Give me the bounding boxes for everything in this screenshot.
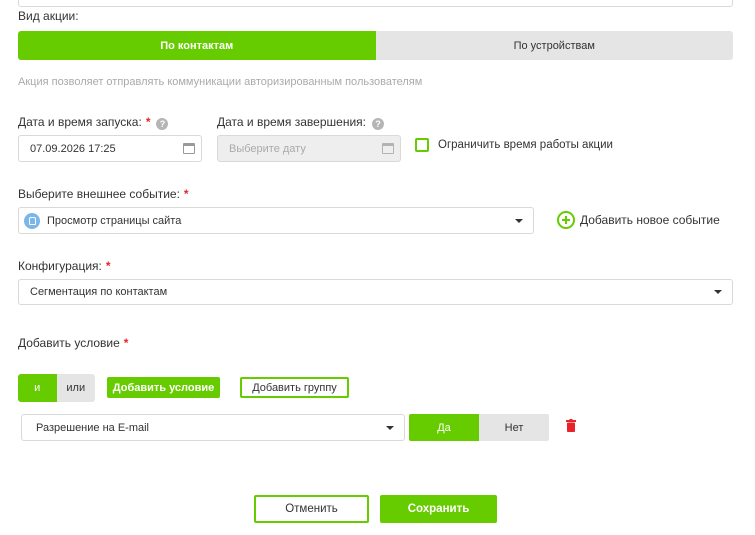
action-type-hint: Акция позволяет отправлять коммуникации … (18, 76, 423, 88)
event-select-value: Просмотр страницы сайта (47, 214, 182, 227)
save-button[interactable]: Сохранить (380, 495, 497, 523)
cancel-button[interactable]: Отменить (254, 495, 369, 523)
start-date-value: 07.09.2026 17:25 (30, 142, 116, 155)
action-type-label: Вид акции: (18, 9, 79, 23)
add-condition-button[interactable]: Добавить условие (107, 377, 220, 398)
add-group-button[interactable]: Добавить группу (240, 377, 349, 398)
yes-button[interactable]: Да (409, 414, 479, 441)
event-label: Выберите внешнее событие: * (18, 187, 189, 201)
config-select[interactable]: Сегментация по контактам (18, 279, 733, 305)
yes-no-switch: Да Нет (409, 414, 549, 441)
logic-or-button[interactable]: или (56, 374, 95, 402)
chevron-down-icon[interactable] (515, 218, 523, 223)
logic-switch: и или (18, 374, 95, 402)
required-mark: * (105, 259, 111, 273)
required-mark: * (145, 115, 151, 129)
end-date-label: Дата и время завершения:? (217, 115, 384, 130)
config-label-text: Конфигурация: (18, 259, 102, 273)
required-mark: * (183, 187, 189, 201)
end-date-placeholder: Выберите дату (229, 142, 306, 155)
config-label: Конфигурация: * (18, 259, 111, 273)
limit-time-checkbox[interactable] (415, 138, 429, 152)
previous-field[interactable] (18, 0, 733, 7)
logic-and-button[interactable]: и (18, 374, 57, 402)
help-icon[interactable]: ? (156, 118, 169, 130)
condition-field-select[interactable]: Разрешение на E-mail (21, 414, 405, 441)
action-type-contacts-tab[interactable]: По контактам (18, 31, 376, 60)
add-event-button[interactable]: Добавить новое событие (557, 211, 720, 229)
start-date-input[interactable]: 07.09.2026 17:25 (18, 135, 202, 162)
plus-circle-icon (557, 211, 575, 229)
no-button[interactable]: Нет (479, 414, 549, 441)
calendar-icon[interactable] (183, 143, 195, 154)
help-icon[interactable]: ? (371, 118, 384, 130)
action-type-devices-tab[interactable]: По устройствам (375, 31, 733, 60)
action-type-switch: По контактам По устройствам (18, 31, 733, 60)
chevron-down-icon[interactable] (714, 290, 722, 294)
required-mark: * (123, 336, 129, 350)
event-label-text: Выберите внешнее событие: (18, 187, 180, 201)
bell-icon (24, 212, 40, 229)
start-date-label-text: Дата и время запуска: (18, 115, 142, 129)
event-select[interactable]: Просмотр страницы сайта (18, 207, 534, 234)
start-date-label: Дата и время запуска: *? (18, 115, 169, 130)
chevron-down-icon[interactable] (386, 425, 394, 430)
add-event-label: Добавить новое событие (580, 213, 720, 227)
trash-icon[interactable] (566, 419, 576, 432)
condition-label-text: Добавить условие (18, 336, 120, 350)
calendar-icon (382, 143, 394, 154)
condition-field-value: Разрешение на E-mail (36, 421, 149, 434)
limit-time-label[interactable]: Ограничить время работы акции (438, 139, 613, 151)
config-select-value: Сегментация по контактам (30, 286, 168, 298)
condition-label: Добавить условие * (18, 336, 128, 350)
end-date-label-text: Дата и время завершения: (217, 115, 366, 129)
end-date-input: Выберите дату (217, 135, 401, 162)
